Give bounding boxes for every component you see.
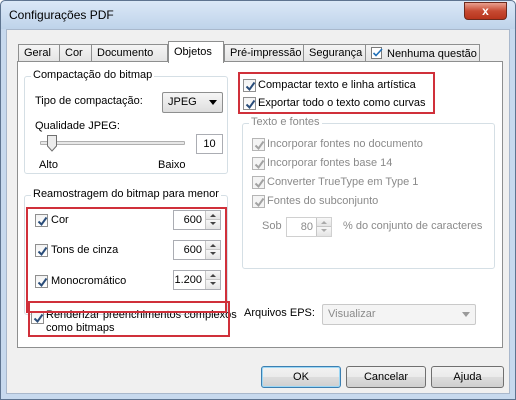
subset-prefix-label: Sob: [262, 220, 282, 232]
text-fonts-legend: Texto e fontes: [249, 116, 322, 128]
compaction-legend: Compactação do bitmap: [31, 69, 155, 81]
resample-grayscale-label: Tons de cinza: [51, 244, 119, 256]
cancel-button-label: Cancelar: [363, 371, 409, 383]
embed-fonts-label: Incorporar fontes no documento: [267, 138, 423, 150]
spinner-down-icon[interactable]: [206, 280, 220, 289]
resample-cor-checkbox[interactable]: [35, 214, 48, 227]
tab-geral[interactable]: Geral: [18, 44, 60, 62]
spinner-down-icon[interactable]: [317, 227, 331, 236]
spinner-value: 1.200: [174, 274, 202, 286]
eps-select[interactable]: Visualizar: [322, 304, 476, 325]
quality-slider-thumb[interactable]: [46, 135, 57, 152]
tab-label: Documento: [97, 47, 154, 59]
resample-grayscale-spinner[interactable]: 600: [173, 240, 221, 260]
eps-value: Visualizar: [328, 308, 376, 320]
subset-fonts-label: Fontes do subconjunto: [267, 195, 379, 207]
resample-mono-spinner[interactable]: 1.200: [173, 270, 221, 290]
convert-truetype-label: Converter TrueType em Type 1: [267, 176, 419, 188]
text-as-curves-label: Exportar todo o texto como curvas: [258, 97, 426, 109]
chevron-down-icon: [462, 312, 470, 317]
tab-label: Objetos: [174, 46, 212, 58]
embed-base14-checkbox[interactable]: [252, 157, 265, 170]
tab-documento[interactable]: Documento: [91, 44, 168, 62]
spinner-value: 80: [300, 221, 313, 233]
tab-label: Geral: [24, 47, 51, 59]
eps-label: Arquivos EPS:: [244, 307, 315, 319]
compaction-type-value: JPEG: [168, 96, 197, 108]
tab-cor[interactable]: Cor: [59, 44, 92, 62]
embed-fonts-checkbox[interactable]: [252, 138, 265, 151]
ok-button[interactable]: OK: [261, 366, 341, 388]
spinner-up-icon[interactable]: [206, 211, 220, 220]
tab-nenhuma-questao[interactable]: Nenhuma questão: [365, 44, 480, 62]
quality-low-label: Alto: [39, 159, 58, 171]
spinner-down-icon[interactable]: [206, 250, 220, 259]
quality-value: 10: [203, 138, 216, 150]
resample-cor-label: Cor: [51, 214, 69, 226]
tab-pre-impressao[interactable]: Pré-impressão: [224, 44, 304, 62]
spinner-value: 600: [183, 244, 202, 256]
tab-label: Cor: [65, 47, 83, 59]
compaction-type-label: Tipo de compactação:: [35, 95, 143, 107]
title-bar[interactable]: Configurações PDF x: [1, 1, 515, 29]
compaction-type-select[interactable]: JPEG: [162, 92, 223, 113]
window-title: Configurações PDF: [9, 8, 114, 22]
resample-grayscale-checkbox[interactable]: [35, 244, 48, 257]
tab-label: Nenhuma questão: [387, 48, 477, 60]
tab-label: Segurança: [309, 47, 363, 59]
spinner-down-icon[interactable]: [206, 220, 220, 229]
text-as-curves-checkbox[interactable]: [243, 97, 256, 110]
render-complex-label: Renderizar preenchimentos complexos: [46, 309, 237, 321]
spinner-value: 600: [183, 214, 202, 226]
tab-label: Pré-impressão: [230, 47, 302, 59]
chevron-down-icon: [209, 100, 217, 105]
tab-objetos[interactable]: Objetos: [168, 41, 224, 63]
convert-truetype-checkbox[interactable]: [252, 176, 265, 189]
subset-suffix-label: % do conjunto de caracteres: [343, 220, 483, 232]
resample-mono-label: Monocromático: [51, 275, 127, 287]
subset-percent-spinner[interactable]: 80: [286, 217, 332, 237]
help-button[interactable]: Ajuda: [431, 366, 504, 388]
dialog-client: Geral Cor Documento Objetos Pré-impressã…: [6, 29, 510, 394]
render-complex-label-line2: como bitmaps: [46, 322, 115, 334]
dialog-window: Configurações PDF x Geral Cor Documento …: [0, 0, 516, 400]
embed-base14-label: Incorporar fontes base 14: [267, 157, 393, 169]
resample-mono-checkbox[interactable]: [35, 275, 48, 288]
quality-high-label: Baixo: [158, 159, 186, 171]
close-icon: x: [482, 4, 489, 18]
render-complex-checkbox[interactable]: [31, 311, 44, 324]
quality-label: Qualidade JPEG:: [35, 120, 120, 132]
quality-value-field[interactable]: 10: [196, 134, 223, 154]
ok-button-label: OK: [293, 371, 309, 383]
quality-slider-track[interactable]: [40, 141, 185, 145]
help-button-label: Ajuda: [453, 371, 482, 383]
spinner-up-icon[interactable]: [317, 218, 331, 227]
compress-text-label: Compactar texto e linha artística: [258, 79, 416, 91]
resample-cor-spinner[interactable]: 600: [173, 210, 221, 230]
spinner-up-icon[interactable]: [206, 241, 220, 250]
tab-seguranca[interactable]: Segurança: [303, 44, 366, 62]
resample-legend: Reamostragem do bitmap para menor: [31, 188, 221, 200]
cancel-button[interactable]: Cancelar: [346, 366, 426, 388]
compress-text-checkbox[interactable]: [243, 79, 256, 92]
subset-fonts-checkbox[interactable]: [252, 195, 265, 208]
spinner-up-icon[interactable]: [206, 271, 220, 280]
objetos-page: Compactação do bitmap Tipo de compactaçã…: [17, 61, 503, 348]
close-button[interactable]: x: [464, 2, 507, 20]
checkmark-doc-icon: [371, 47, 384, 59]
